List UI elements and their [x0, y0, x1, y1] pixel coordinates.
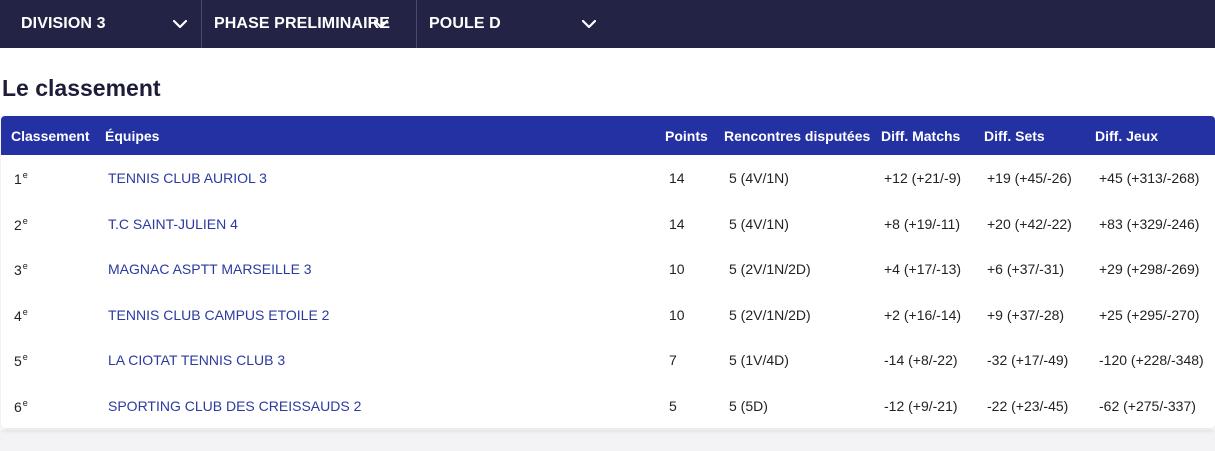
rank-cell: 6e [14, 398, 28, 415]
diff-matchs-cell: -14 (+8/-22) [884, 352, 958, 368]
table-row: 2e T.C SAINT-JULIEN 4 14 5 (4V/1N) +8 (+19/-… [1, 201, 1215, 247]
poule-select-label: POULE D [429, 15, 501, 32]
diff-matchs-cell: +4 (+17/-13) [884, 261, 962, 277]
diff-jeux-cell: +45 (+313/-268) [1099, 170, 1200, 186]
rank-number: 1 [14, 171, 22, 187]
chevron-down-icon [172, 19, 188, 29]
points-cell: 14 [669, 215, 685, 232]
section-title: Le classement [2, 75, 161, 101]
diff-jeux-cell: +29 (+298/-269) [1099, 261, 1200, 277]
points-cell: 7 [669, 352, 677, 368]
rank-suffix: e [22, 215, 28, 226]
diff-matchs-cell: +8 (+19/-11) [884, 215, 961, 232]
team-link[interactable]: LA CIOTAT TENNIS CLUB 3 [108, 352, 285, 368]
played-cell: 5 (1V/4D) [729, 352, 789, 368]
header-points: Points [665, 128, 708, 144]
table-row: 5e LA CIOTAT TENNIS CLUB 3 7 5 (1V/4D) -14 (… [1, 337, 1215, 383]
phase-select-label: PHASE PRELIMINAIRE [214, 15, 391, 32]
rank-cell: 1e [14, 170, 28, 187]
diff-jeux-cell: +83 (+329/-246) [1099, 215, 1200, 232]
rank-number: 4 [14, 307, 22, 324]
diff-sets-cell: -22 (+23/-45) [987, 397, 1069, 414]
team-link[interactable]: TENNIS CLUB CAMPUS ETOILE 2 [108, 307, 329, 323]
chevron-down-icon [373, 19, 389, 29]
points-cell: 10 [669, 261, 685, 277]
table-body: 1e TENNIS CLUB AURIOL 3 14 5 (4V/1N) +12 (+2… [1, 155, 1215, 428]
rank-cell: 5e [14, 352, 28, 369]
team-link[interactable]: MAGNAC ASPTT MARSEILLE 3 [108, 261, 312, 277]
team-link[interactable]: T.C SAINT-JULIEN 4 [108, 216, 238, 232]
diff-matchs-cell: +2 (+16/-14) [884, 306, 962, 323]
header-rank: Classement [11, 128, 90, 144]
phase-select[interactable]: PHASE PRELIMINAIRE [202, 0, 417, 48]
rank-number: 2 [14, 216, 22, 233]
header-diff-matchs: Diff. Matchs [881, 128, 961, 144]
diff-sets-cell: +20 (+42/-22) [987, 215, 1072, 232]
rank-suffix: e [22, 261, 28, 271]
division-select[interactable]: DIVISION 3 [0, 0, 202, 48]
page-background [0, 430, 1215, 451]
header-team: Équipes [105, 128, 160, 144]
header-diff-jeux: Diff. Jeux [1095, 128, 1159, 144]
chevron-down-icon [581, 19, 597, 29]
rank-number: 5 [14, 353, 22, 369]
table-row: 1e TENNIS CLUB AURIOL 3 14 5 (4V/1N) +12 (+2… [1, 155, 1215, 201]
rank-number: 6 [14, 398, 22, 415]
points-cell: 14 [669, 170, 685, 186]
played-cell: 5 (2V/1N/2D) [729, 306, 811, 323]
rank-suffix: e [22, 352, 28, 362]
diff-matchs-cell: +12 (+21/-9) [884, 170, 962, 186]
diff-jeux-cell: -120 (+228/-348) [1099, 352, 1204, 368]
played-cell: 5 (4V/1N) [729, 215, 789, 232]
points-cell: 10 [669, 306, 685, 323]
rank-suffix: e [22, 306, 28, 317]
rank-cell: 4e [14, 307, 28, 324]
table-header: Classement Équipes Points Rencontres dis… [1, 116, 1215, 155]
diff-sets-cell: +6 (+37/-31) [987, 261, 1065, 277]
rank-cell: 2e [14, 216, 28, 233]
standings-table: Classement Équipes Points Rencontres dis… [1, 116, 1215, 428]
filter-bar: DIVISION 3 PHASE PRELIMINAIRE POULE D [0, 0, 1215, 48]
rank-number: 3 [14, 262, 22, 278]
diff-matchs-cell: -12 (+9/-21) [884, 397, 958, 414]
diff-sets-cell: +19 (+45/-26) [987, 170, 1072, 186]
diff-sets-cell: -32 (+17/-49) [987, 352, 1069, 368]
header-played: Rencontres disputées [724, 128, 871, 144]
team-link[interactable]: TENNIS CLUB AURIOL 3 [108, 170, 267, 186]
header-diff-sets: Diff. Sets [984, 128, 1045, 144]
poule-select[interactable]: POULE D [417, 0, 607, 48]
table-row: 6e SPORTING CLUB DES CREISSAUDS 2 5 5 (5D) -… [1, 383, 1215, 429]
table-row: 3e MAGNAC ASPTT MARSEILLE 3 10 5 (2V/1N/2D)… [1, 246, 1215, 292]
rank-suffix: e [22, 397, 28, 408]
points-cell: 5 [669, 397, 677, 414]
rank-cell: 3e [14, 261, 28, 278]
played-cell: 5 (2V/1N/2D) [729, 261, 811, 277]
played-cell: 5 (5D) [729, 397, 768, 414]
diff-jeux-cell: +25 (+295/-270) [1099, 306, 1200, 323]
team-link[interactable]: SPORTING CLUB DES CREISSAUDS 2 [108, 398, 361, 414]
played-cell: 5 (4V/1N) [729, 170, 789, 186]
diff-jeux-cell: -62 (+275/-337) [1099, 397, 1196, 414]
diff-sets-cell: +9 (+37/-28) [987, 306, 1065, 323]
division-select-label: DIVISION 3 [21, 15, 106, 32]
rank-suffix: e [22, 170, 28, 180]
table-row: 4e TENNIS CLUB CAMPUS ETOILE 2 10 5 (2V/1N/… [1, 292, 1215, 338]
